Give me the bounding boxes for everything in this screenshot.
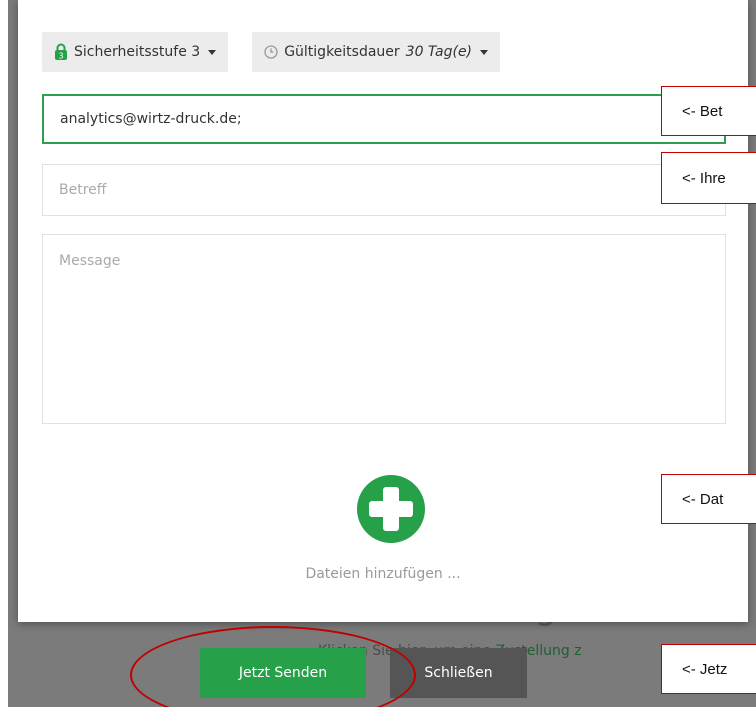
compose-dialog: 3 Sicherheitsstufe 3 Gültigkeitsdauer 30… (18, 0, 748, 622)
validity-value: 30 Tag(e) (405, 44, 473, 60)
lock-icon: 3 (55, 43, 67, 61)
send-now-button[interactable]: Jetzt Senden (200, 648, 366, 698)
annotation-files: <- Dat (661, 474, 756, 524)
svg-text:3: 3 (58, 52, 63, 61)
compose-toolbar: 3 Sicherheitsstufe 3 Gültigkeitsdauer 30… (42, 32, 501, 72)
chevron-down-icon (480, 49, 489, 55)
clock-icon (264, 45, 278, 59)
subject-input[interactable] (42, 164, 726, 216)
message-textarea[interactable] (42, 234, 726, 424)
annotation-subject: <- Ihre (661, 152, 756, 204)
add-files-label[interactable]: Dateien hinzufügen ... (18, 566, 748, 582)
security-level-dropdown[interactable]: 3 Sicherheitsstufe 3 (42, 32, 229, 72)
chevron-down-icon (208, 49, 217, 55)
recipient-input[interactable] (42, 94, 726, 144)
validity-dropdown[interactable]: Gültigkeitsdauer 30 Tag(e) (252, 32, 501, 72)
security-level-label: Sicherheitsstufe 3 (74, 44, 201, 60)
annotation-recipient: <- Bet (661, 86, 756, 136)
close-button[interactable]: Schließen (390, 648, 527, 698)
plus-circle-icon[interactable] (356, 474, 426, 544)
annotation-send: <- Jetz (661, 644, 756, 694)
validity-label: Gültigkeitsdauer (284, 44, 400, 60)
